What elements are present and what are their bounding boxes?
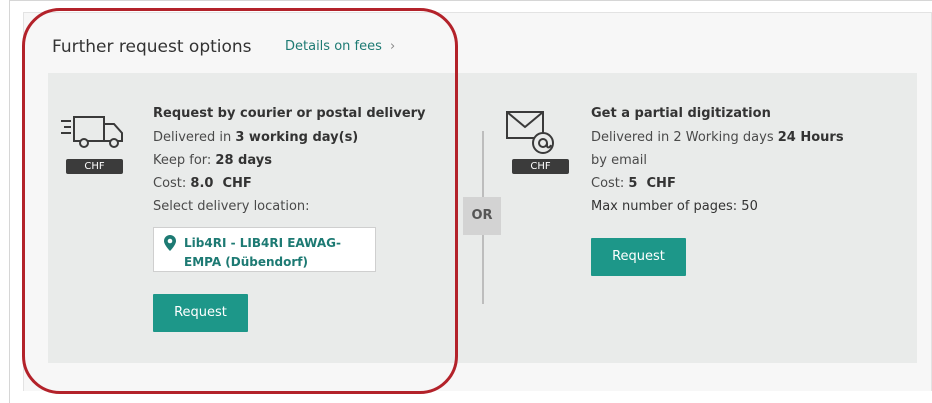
digitization-title: Get a partial digitization <box>591 106 771 121</box>
chevron-right-icon: › <box>390 39 396 54</box>
digitization-delivery-value: 24 Hours <box>777 130 844 145</box>
digitization-cost: Cost: 5 CHF <box>591 176 676 191</box>
details-on-fees-label: Details on fees <box>285 39 382 54</box>
digitization-delivery-prefix: Delivered in 2 Working days <box>591 130 778 145</box>
window-top-border <box>9 0 932 1</box>
or-separator: OR <box>463 197 501 235</box>
digitization-cost-value: 5 CHF <box>628 176 676 191</box>
digitization-cost-prefix: Cost: <box>591 176 629 191</box>
map-pin-icon <box>164 235 176 251</box>
courier-keep-for: Keep for: 28 days <box>153 153 272 168</box>
delivery-location-select[interactable]: Lib4RI - LIB4RI EAWAG-EMPA (Dübendorf) <box>153 227 376 272</box>
digitization-currency-badge: CHF <box>512 159 569 174</box>
panel-bottom-spacer <box>23 391 932 403</box>
email-at-icon <box>506 111 554 154</box>
courier-title: Request by courier or postal delivery <box>153 106 426 121</box>
courier-keep-prefix: Keep for: <box>153 153 216 168</box>
courier-cost: Cost: 8.0 CHF <box>153 176 252 191</box>
courier-delivery-time: Delivered in 3 working day(s) <box>153 130 358 145</box>
delivery-location-label: Select delivery location: <box>153 199 310 214</box>
digitization-delivery-time: Delivered in 2 Working days 24 Hours <box>591 130 844 145</box>
courier-keep-value: 28 days <box>215 153 272 168</box>
digitization-delivery-method: by email <box>591 153 647 168</box>
courier-currency-badge: CHF <box>66 159 123 174</box>
courier-delivery-value: 3 working day(s) <box>235 130 359 145</box>
courier-cost-prefix: Cost: <box>153 176 191 191</box>
window-left-border <box>9 0 10 403</box>
section-title: Further request options <box>52 37 252 57</box>
courier-delivery-prefix: Delivered in <box>153 130 236 145</box>
delivery-location-value: Lib4RI - LIB4RI EAWAG-EMPA (Dübendorf) <box>184 236 341 269</box>
digitization-request-button[interactable]: Request <box>591 238 686 276</box>
courier-cost-value: 8.0 CHF <box>190 176 252 191</box>
digitization-max-pages: Max number of pages: 50 <box>591 199 758 214</box>
courier-request-button[interactable]: Request <box>153 294 248 332</box>
delivery-truck-icon <box>61 116 123 148</box>
details-on-fees-link[interactable]: Details on fees › <box>285 39 395 54</box>
